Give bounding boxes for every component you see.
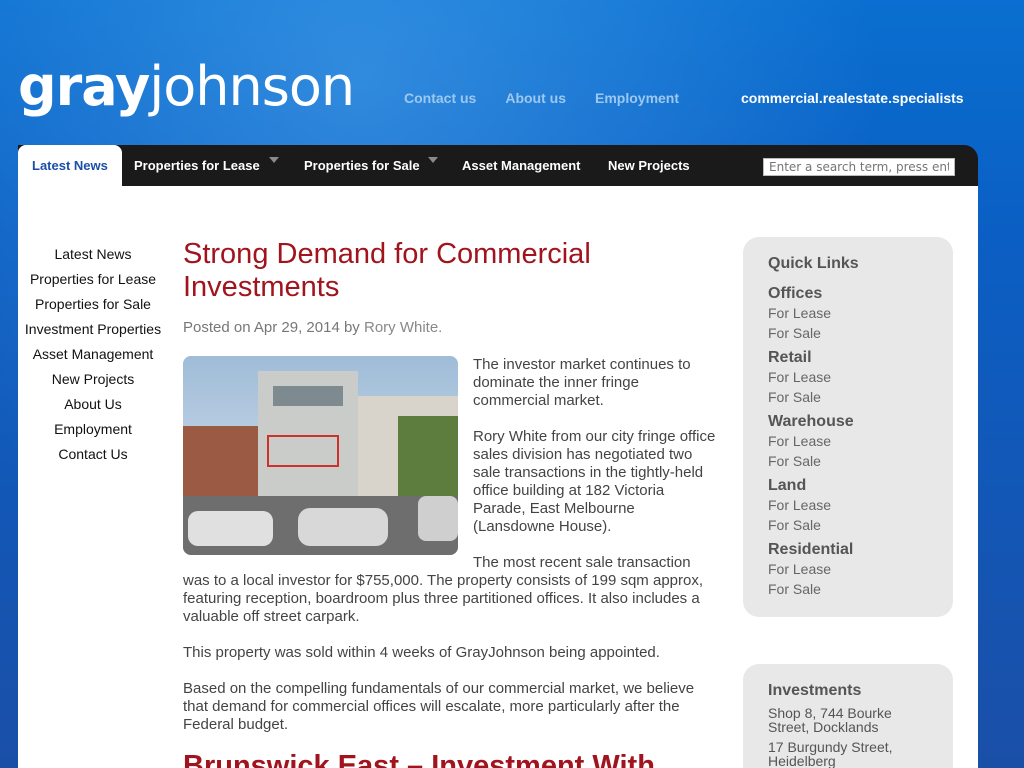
left-nav-investment-properties[interactable]: Investment Properties xyxy=(18,317,168,342)
left-nav: Latest News Properties for Lease Propert… xyxy=(18,242,168,467)
left-nav-employment[interactable]: Employment xyxy=(18,417,168,442)
retail-for-lease-link[interactable]: For Lease xyxy=(768,367,928,387)
nav-properties-for-lease[interactable]: Properties for Lease xyxy=(134,145,260,186)
contact-us-link[interactable]: Contact us xyxy=(404,90,476,106)
investment-address[interactable]: 17 Burgundy Street, Heidelberg xyxy=(768,740,928,768)
residential-heading[interactable]: Residential xyxy=(768,541,928,559)
main-nav: Latest News Properties for Lease Propert… xyxy=(18,145,978,186)
about-us-link[interactable]: About us xyxy=(505,90,566,106)
investments-box: Investments Shop 8, 744 Bourke Street, D… xyxy=(743,664,953,768)
article: Strong Demand for Commercial Investments… xyxy=(183,238,718,768)
top-links: Contact us About us Employment xyxy=(404,90,679,106)
land-for-lease-link[interactable]: For Lease xyxy=(768,495,928,515)
left-nav-about-us[interactable]: About Us xyxy=(18,392,168,417)
quick-links-box: Quick Links Offices For Lease For Sale R… xyxy=(743,237,953,617)
nav-asset-management[interactable]: Asset Management xyxy=(462,145,580,186)
left-nav-asset-management[interactable]: Asset Management xyxy=(18,342,168,367)
employment-link[interactable]: Employment xyxy=(595,90,679,106)
offices-for-lease-link[interactable]: For Lease xyxy=(768,303,928,323)
nav-latest-news[interactable]: Latest News xyxy=(18,145,122,186)
left-nav-properties-for-sale[interactable]: Properties for Sale xyxy=(18,292,168,317)
left-nav-new-projects[interactable]: New Projects xyxy=(18,367,168,392)
paragraph: Based on the compelling fundamentals of … xyxy=(183,680,695,733)
chevron-down-icon[interactable] xyxy=(269,157,279,163)
building-photo xyxy=(183,356,458,555)
nav-new-projects[interactable]: New Projects xyxy=(608,145,690,186)
paragraph: This property was sold within 4 weeks of… xyxy=(183,644,660,661)
tagline: commercial.realestate.specialists xyxy=(741,90,964,106)
investment-address[interactable]: Shop 8, 744 Bourke Street, Docklands xyxy=(768,706,928,734)
article-meta: Posted on Apr 29, 2014 by Rory White. xyxy=(183,319,718,336)
left-nav-properties-for-lease[interactable]: Properties for Lease xyxy=(18,267,168,292)
quick-links-heading: Quick Links xyxy=(768,255,859,272)
warehouse-heading[interactable]: Warehouse xyxy=(768,413,928,431)
retail-heading[interactable]: Retail xyxy=(768,349,928,367)
search-input[interactable] xyxy=(763,158,955,176)
warehouse-for-lease-link[interactable]: For Lease xyxy=(768,431,928,451)
chevron-down-icon[interactable] xyxy=(428,157,438,163)
left-nav-contact-us[interactable]: Contact Us xyxy=(18,442,168,467)
article-title[interactable]: Strong Demand for Commercial Investments xyxy=(183,238,718,304)
investments-heading[interactable]: Investments xyxy=(768,682,928,700)
content-panel: Latest News Properties for Lease Propert… xyxy=(18,186,978,768)
warehouse-for-sale-link[interactable]: For Sale xyxy=(768,451,928,471)
logo-johnson-text: johnson xyxy=(149,55,355,118)
retail-for-sale-link[interactable]: For Sale xyxy=(768,387,928,407)
nav-properties-for-sale[interactable]: Properties for Sale xyxy=(304,145,420,186)
land-heading[interactable]: Land xyxy=(768,477,928,495)
left-nav-latest-news[interactable]: Latest News xyxy=(18,242,168,267)
logo-gray-text: gray xyxy=(18,55,150,118)
next-article-title[interactable]: Brunswick East – Investment With xyxy=(183,750,718,768)
offices-for-sale-link[interactable]: For Sale xyxy=(768,323,928,343)
posted-on-text: Posted on Apr 29, 2014 by xyxy=(183,319,360,336)
author-link[interactable]: Rory White. xyxy=(364,319,442,336)
article-photo xyxy=(183,356,458,555)
land-for-sale-link[interactable]: For Sale xyxy=(768,515,928,535)
residential-for-sale-link[interactable]: For Sale xyxy=(768,579,928,599)
grayjohnson-logo[interactable]: grayjohnson xyxy=(18,52,355,122)
residential-for-lease-link[interactable]: For Lease xyxy=(768,559,928,579)
paragraph: The most recent sale transaction was to … xyxy=(183,554,704,625)
offices-heading[interactable]: Offices xyxy=(768,285,928,303)
